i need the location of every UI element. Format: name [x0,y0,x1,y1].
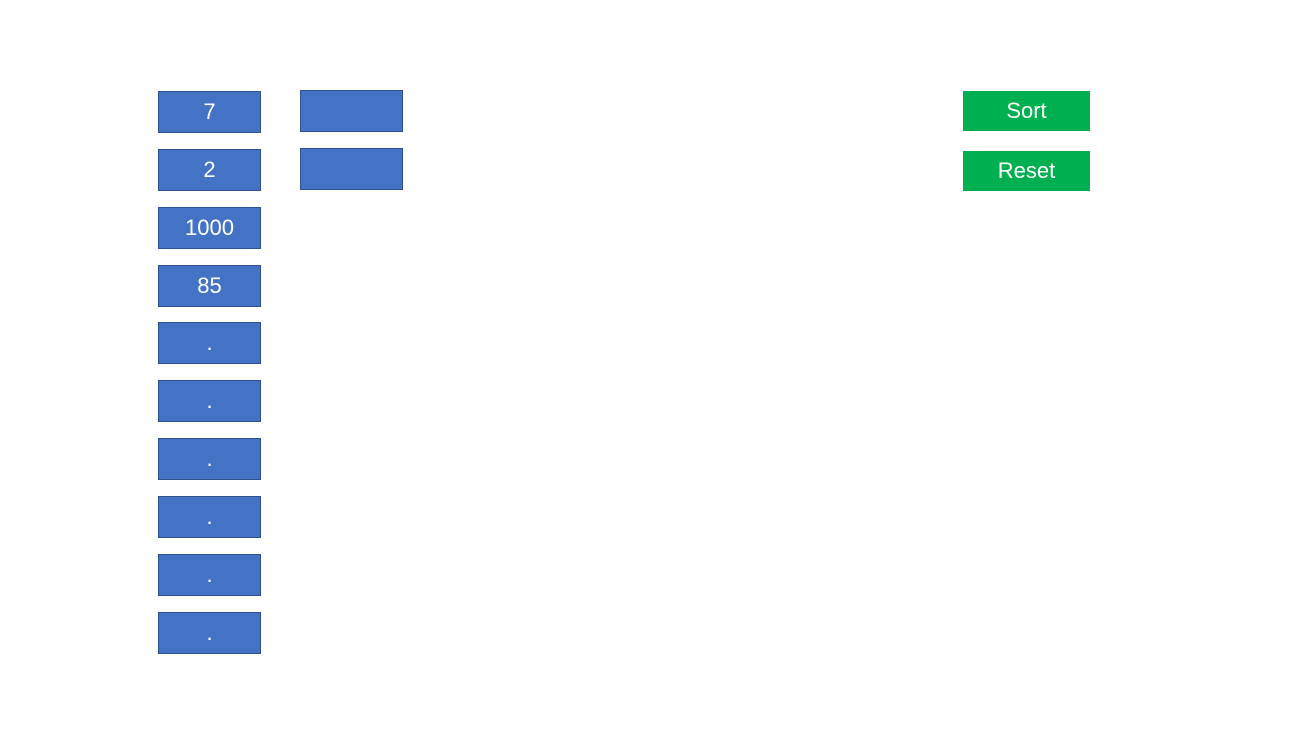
input-cell: 7 [158,91,261,133]
input-cell: . [158,496,261,538]
input-cell: . [158,322,261,364]
input-cell: . [158,612,261,654]
input-cell: 2 [158,149,261,191]
reset-button[interactable]: Reset [963,151,1090,191]
input-cell: 1000 [158,207,261,249]
output-cell [300,148,403,190]
input-cell: 85 [158,265,261,307]
sort-button[interactable]: Sort [963,91,1090,131]
output-cell [300,90,403,132]
input-cell: . [158,438,261,480]
input-cell: . [158,380,261,422]
input-cell: . [158,554,261,596]
